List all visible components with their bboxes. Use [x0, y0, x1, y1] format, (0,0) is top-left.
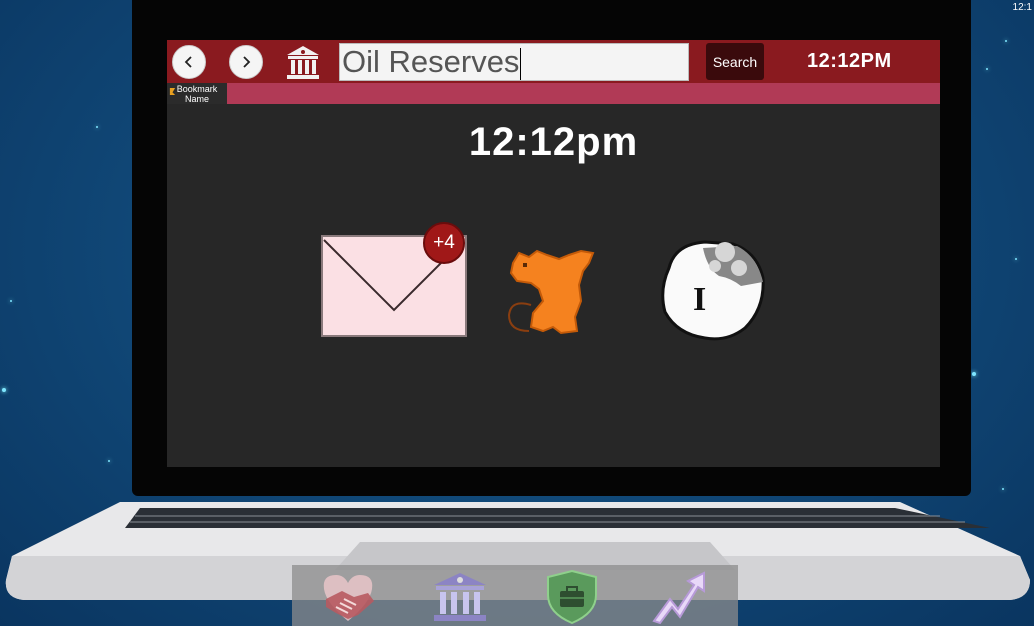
- star: [986, 68, 988, 70]
- chevron-right-icon: [243, 56, 251, 68]
- star: [972, 372, 976, 376]
- star: [10, 300, 12, 302]
- bookmark-bar: Bookmark Name: [167, 83, 940, 104]
- url-text: Oil Reserves: [342, 44, 520, 79]
- desktop-clock: 12:12pm: [468, 120, 639, 164]
- chevron-left-icon: [184, 56, 192, 68]
- toolbar-clock: 12:12PM: [807, 50, 892, 72]
- corner-clock: 12:1: [1012, 2, 1032, 13]
- bank-icon[interactable]: [283, 42, 323, 82]
- bookmark-item[interactable]: Bookmark Name: [167, 83, 227, 104]
- star: [108, 460, 110, 462]
- handshake-icon[interactable]: [318, 569, 378, 625]
- bookmark-icon: [169, 88, 176, 95]
- text-caret: [520, 47, 522, 80]
- forward-button[interactable]: [229, 45, 263, 79]
- star: [1005, 40, 1007, 42]
- star: [96, 126, 98, 128]
- back-button[interactable]: [172, 45, 206, 79]
- star: [1002, 488, 1004, 490]
- briefcase-shield-icon[interactable]: [542, 569, 602, 625]
- star: [1015, 258, 1017, 260]
- bookmark-label-line1: Bookmark: [176, 84, 218, 94]
- notification-badge: +4: [423, 222, 465, 264]
- browser-toolbar: Oil Reserves Search 12:12PM: [167, 40, 940, 83]
- bank-icon[interactable]: [430, 569, 490, 625]
- search-button[interactable]: Search: [706, 43, 764, 80]
- url-input[interactable]: Oil Reserves: [339, 43, 689, 81]
- app-dock: [292, 565, 738, 626]
- helmet-info-icon[interactable]: I: [657, 238, 767, 342]
- info-glyph: I: [693, 281, 706, 318]
- orange-mouse-icon[interactable]: [503, 245, 599, 337]
- trend-arrow-icon[interactable]: [650, 569, 710, 625]
- browser-screen: Oil Reserves Search 12:12PM Bookmark Nam…: [167, 40, 940, 467]
- star: [2, 388, 6, 392]
- bookmark-label-line2: Name: [184, 94, 209, 104]
